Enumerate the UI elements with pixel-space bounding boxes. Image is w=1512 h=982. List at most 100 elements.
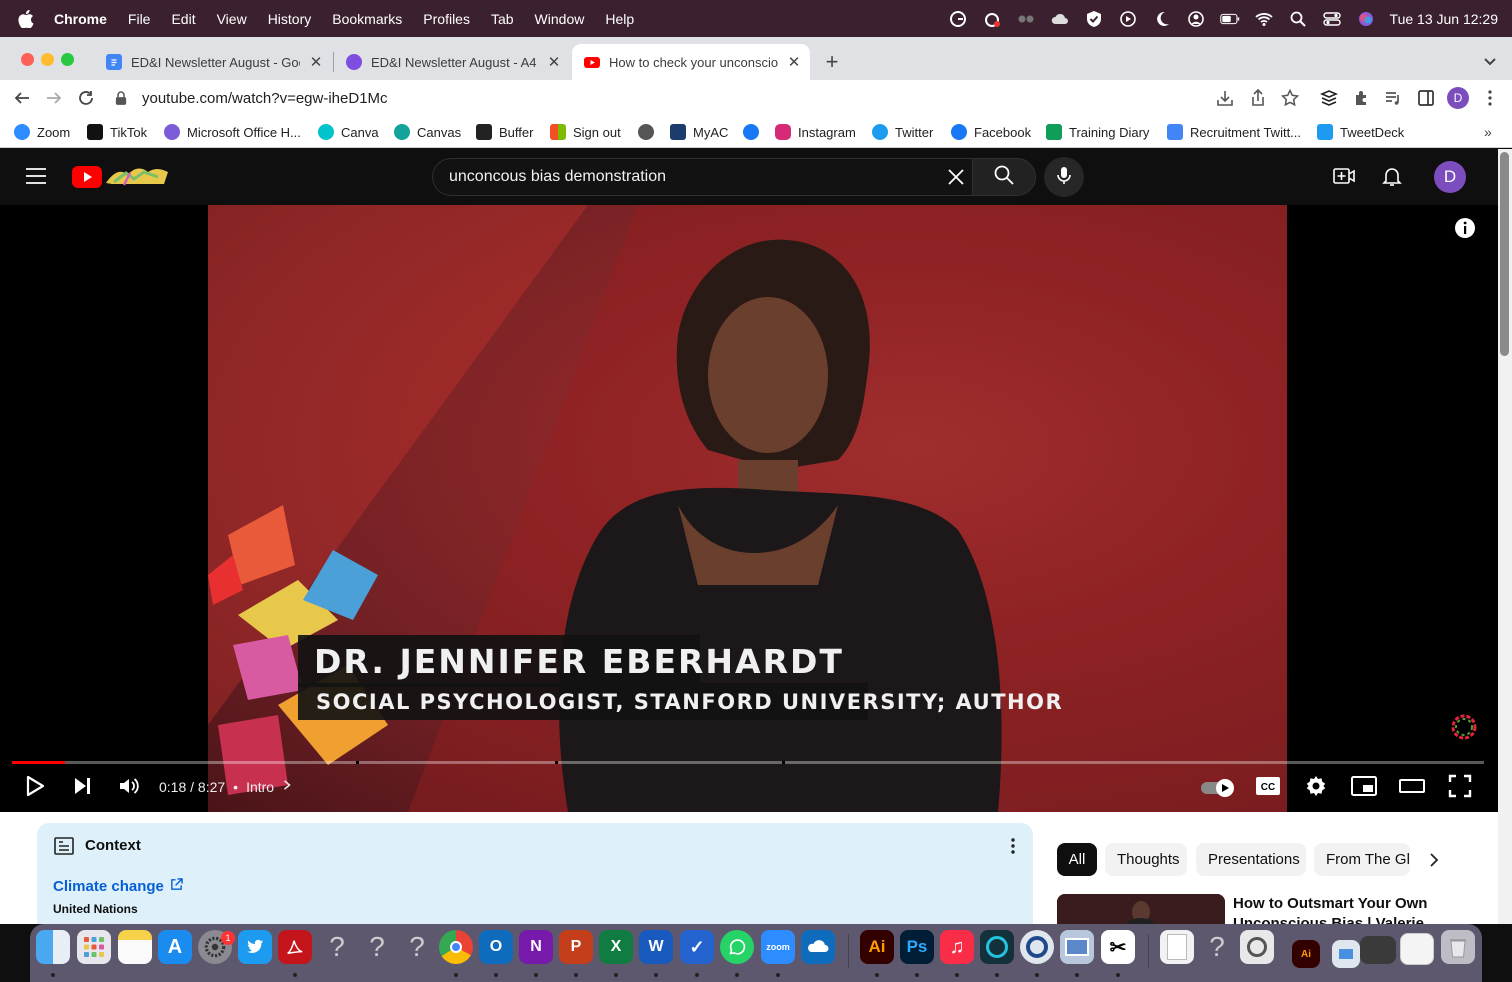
autoplay-toggle[interactable] — [1200, 774, 1236, 802]
close-tab-icon[interactable]: ✕ — [546, 54, 562, 71]
spotlight-search-icon[interactable] — [1288, 9, 1308, 29]
youtube-logo-icon[interactable] — [72, 165, 170, 189]
info-icon[interactable] — [1454, 217, 1476, 239]
zoom-window-button[interactable] — [61, 53, 74, 66]
close-tab-icon[interactable]: ✕ — [786, 54, 802, 71]
profile-avatar[interactable]: D — [1447, 87, 1469, 109]
fullscreen-button[interactable] — [1446, 774, 1474, 802]
powerpoint-icon[interactable]: P — [559, 930, 593, 964]
share-icon[interactable] — [1248, 88, 1268, 108]
video-progress-bar[interactable] — [12, 761, 1484, 764]
chrome-icon[interactable] — [439, 930, 473, 964]
reload-icon[interactable] — [76, 88, 96, 108]
buffer-extension-icon[interactable] — [1319, 88, 1339, 108]
todo-icon[interactable]: ✓ — [680, 930, 714, 964]
recommended-video-title[interactable]: How to Outsmart Your Own Unconscious Bia… — [1233, 894, 1453, 924]
trash-icon[interactable] — [1441, 930, 1475, 964]
battery-icon[interactable] — [1219, 9, 1240, 29]
miniplayer-button[interactable] — [1350, 774, 1378, 802]
install-app-icon[interactable] — [1215, 88, 1235, 108]
bookmark-zoom[interactable]: Zoom — [14, 122, 70, 142]
chip-presentations[interactable]: Presentations — [1196, 843, 1306, 876]
chevron-right-icon[interactable] — [1426, 851, 1442, 869]
menu-app-name[interactable]: Chrome — [54, 11, 107, 27]
close-window-button[interactable] — [21, 53, 34, 66]
screenshot-file-icon[interactable] — [1240, 930, 1274, 964]
bookmark-instagram[interactable]: Instagram — [775, 122, 856, 142]
folder-stack-icon[interactable] — [1332, 940, 1360, 968]
video-player[interactable] — [0, 205, 1498, 812]
volume-button[interactable] — [115, 774, 143, 802]
zoom-app-icon[interactable]: zoom — [761, 930, 795, 964]
glasses-icon[interactable] — [1016, 9, 1036, 29]
tab-newsletter-docs[interactable]: ED&I Newsletter August - Goog ✕ — [94, 44, 332, 80]
bookmark-buffer[interactable]: Buffer — [476, 122, 533, 142]
side-panel-icon[interactable] — [1416, 88, 1436, 108]
capcut-icon[interactable]: ✂ — [1101, 930, 1135, 964]
bookmark-canva[interactable]: Canva — [318, 122, 379, 142]
tab-youtube-video[interactable]: How to check your unconsciou ✕ — [572, 44, 810, 80]
grammarly-icon[interactable] — [948, 9, 968, 29]
bookmark-facebook[interactable]: Facebook — [951, 122, 1031, 142]
bookmark-microsoft-office[interactable]: Microsoft Office H... — [164, 122, 301, 142]
close-tab-icon[interactable]: ✕ — [308, 54, 324, 71]
next-video-button[interactable] — [68, 774, 96, 802]
wifi-icon[interactable] — [1254, 9, 1274, 29]
music-icon[interactable]: ♫ — [940, 930, 974, 964]
creative-cloud-icon[interactable] — [982, 9, 1002, 29]
more-bookmarks-chevron-icon[interactable]: » — [1484, 122, 1492, 142]
menu-bookmarks[interactable]: Bookmarks — [332, 11, 402, 27]
finder-icon[interactable] — [36, 930, 70, 964]
search-input[interactable]: unconcous bias demonstration — [432, 158, 972, 196]
excel-icon[interactable]: X — [599, 930, 633, 964]
apple-icon[interactable] — [18, 9, 36, 28]
preview-icon[interactable] — [1060, 930, 1094, 964]
photoshop-icon[interactable]: Ps — [900, 930, 934, 964]
back-arrow-icon[interactable] — [12, 88, 32, 108]
settings-button[interactable] — [1302, 774, 1330, 802]
theater-mode-button[interactable] — [1398, 774, 1426, 802]
context-link[interactable]: Climate change — [53, 878, 183, 895]
cloud-icon[interactable] — [1050, 9, 1070, 29]
unknown-app-icon[interactable]: ? — [360, 930, 394, 964]
clear-search-icon[interactable] — [946, 167, 966, 187]
lock-icon[interactable] — [113, 88, 129, 108]
extensions-puzzle-icon[interactable] — [1352, 88, 1372, 108]
document-icon[interactable] — [1160, 930, 1194, 964]
unknown-app-icon[interactable]: ? — [400, 930, 434, 964]
chevron-right-icon[interactable] — [282, 778, 292, 795]
bookmark-globe[interactable] — [638, 122, 661, 142]
moon-icon[interactable] — [1152, 9, 1172, 29]
acrobat-icon[interactable] — [278, 930, 312, 964]
bookmark-tweetdeck[interactable]: TweetDeck — [1317, 122, 1404, 142]
app-store-icon[interactable]: A — [158, 930, 192, 964]
tab-search-chevron-icon[interactable] — [1480, 54, 1500, 70]
play-button[interactable] — [20, 774, 48, 802]
mirror-app-icon[interactable] — [980, 930, 1014, 964]
siri-icon[interactable] — [1356, 9, 1376, 29]
page-scrollbar-thumb[interactable] — [1500, 152, 1509, 356]
menu-window[interactable]: Window — [535, 11, 585, 27]
play-circle-icon[interactable] — [1118, 9, 1138, 29]
chip-thoughts[interactable]: Thoughts — [1105, 843, 1187, 876]
illustrator-icon[interactable]: Ai — [860, 930, 894, 964]
more-options-icon[interactable] — [1003, 836, 1023, 856]
chip-all[interactable]: All — [1057, 843, 1097, 876]
unknown-app-icon[interactable]: ? — [1200, 930, 1234, 964]
menu-tab[interactable]: Tab — [491, 11, 514, 27]
bookmark-training-diary[interactable]: Training Diary — [1046, 122, 1149, 142]
document-stack-icon[interactable] — [1400, 933, 1434, 965]
hamburger-menu-icon[interactable] — [25, 166, 47, 186]
menu-profiles[interactable]: Profiles — [423, 11, 470, 27]
notifications-bell-icon[interactable] — [1380, 164, 1404, 188]
tab-newsletter-canva[interactable]: ED&I Newsletter August - A4 ✕ — [334, 44, 570, 80]
menu-clock[interactable]: Tue 13 Jun 12:29 — [1390, 11, 1498, 27]
bookmark-twitter[interactable]: Twitter — [872, 122, 933, 142]
minimize-window-button[interactable] — [41, 53, 54, 66]
voice-search-button[interactable] — [1044, 157, 1084, 197]
forward-arrow-icon[interactable] — [44, 88, 64, 108]
word-icon[interactable]: W — [639, 930, 673, 964]
subtitles-button[interactable]: CC — [1254, 774, 1282, 802]
create-video-icon[interactable] — [1332, 164, 1356, 188]
menu-history[interactable]: History — [268, 11, 312, 27]
